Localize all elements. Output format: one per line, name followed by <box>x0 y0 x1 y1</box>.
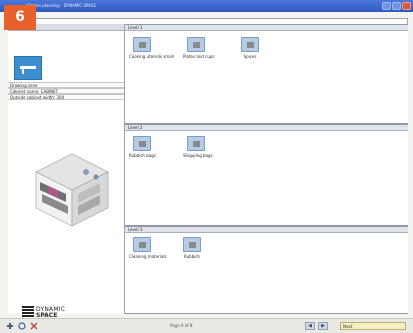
settings-icon[interactable] <box>18 322 26 330</box>
window-titlebar: Kitchen planning - DYNAMIC SPACE <box>0 0 413 12</box>
tools-icon[interactable] <box>6 322 14 330</box>
item-cleaning-materials[interactable]: Cleaning materials <box>129 237 167 259</box>
item-rubbish-bags[interactable]: Rubbish bags <box>129 136 156 158</box>
section-level-3: Level 3 Cleaning materials Rubbish <box>125 226 408 314</box>
minimize-button[interactable] <box>382 2 391 10</box>
step-badge: 6 <box>4 5 36 30</box>
property-cabinet-width[interactable]: Outside cabinet width: 300 <box>8 94 124 100</box>
item-label: Rubbish <box>184 254 200 259</box>
cabinet-preview-icon[interactable] <box>14 56 42 80</box>
section-level-1: Level 1 Cooking utensils small Plates an… <box>125 24 408 124</box>
next-button[interactable]: ▶ <box>318 322 328 330</box>
item-rubbish[interactable]: Rubbish <box>179 237 205 259</box>
item-label: Spices <box>243 54 257 59</box>
section-title: Level 1 <box>125 25 408 31</box>
item-label: Rubbish bags <box>129 153 156 158</box>
item-plates-cups[interactable]: Plates and cups <box>183 37 215 59</box>
item-cooking-utensils[interactable]: Cooking utensils small <box>129 37 174 59</box>
section-level-2: Level 2 Rubbish bags Shopping bags <box>125 124 408 226</box>
item-label: Plates and cups <box>183 54 215 59</box>
statusbar: Page 6 of 8 ◀ ▶ Next <box>0 318 413 333</box>
rubbish-bags-icon <box>133 136 151 151</box>
shopping-bags-icon <box>187 136 205 151</box>
maximize-button[interactable] <box>392 2 401 10</box>
section-title: Level 2 <box>125 125 408 131</box>
cleaning-icon <box>133 237 151 252</box>
section-title: Level 3 <box>125 227 408 233</box>
item-label: Shopping bags <box>183 153 213 158</box>
cabinet-3d-illustration <box>35 153 109 227</box>
prev-button[interactable]: ◀ <box>305 322 315 330</box>
plates-icon <box>187 37 205 52</box>
cooking-utensils-icon <box>133 37 151 52</box>
item-spices[interactable]: Spices <box>237 37 263 59</box>
page-indicator: Page 6 of 8 <box>170 323 193 328</box>
item-label: Cleaning materials <box>129 254 167 259</box>
spices-icon <box>241 37 259 52</box>
window-title: Kitchen planning - DYNAMIC SPACE <box>26 3 97 8</box>
rubbish-icon <box>183 237 201 252</box>
close-button[interactable] <box>402 2 411 10</box>
next-step-field[interactable]: Next <box>340 322 406 330</box>
item-shopping-bags[interactable]: Shopping bags <box>183 136 213 158</box>
left-panel: Drawing zone Cabinet name: CABINET Outsi… <box>8 24 125 325</box>
item-label: Cooking utensils small <box>129 54 174 59</box>
close-icon[interactable] <box>30 322 38 330</box>
